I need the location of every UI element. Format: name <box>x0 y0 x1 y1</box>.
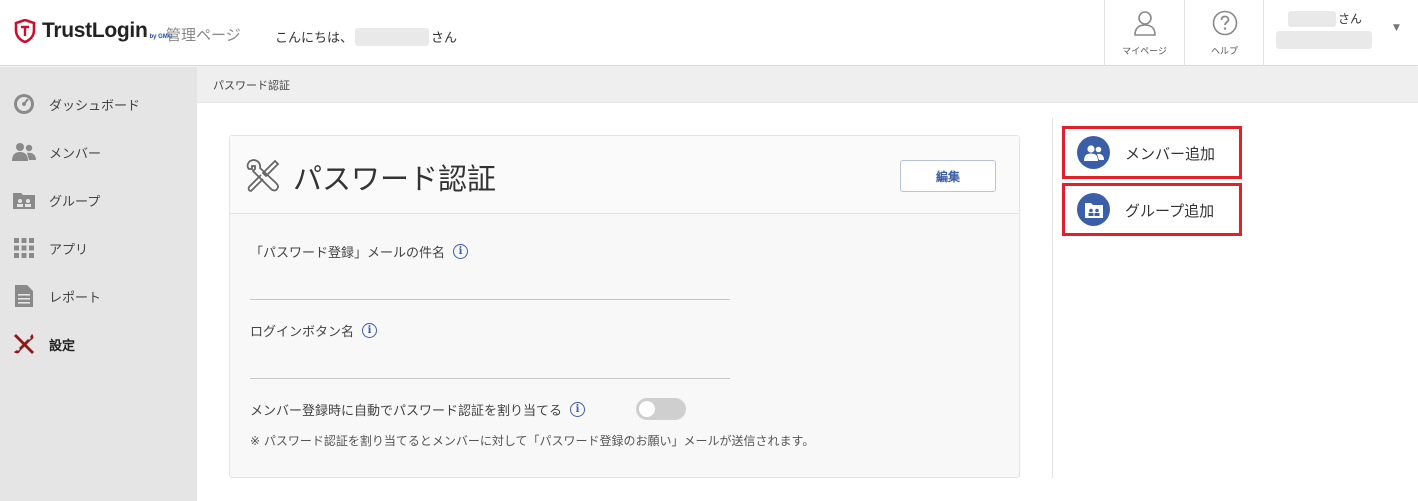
sidebar-item-reports[interactable]: レポート <box>0 272 197 320</box>
trustlogin-logo[interactable]: TrustLogin by GMO <box>14 16 173 46</box>
add-member-button[interactable]: メンバー追加 <box>1062 126 1242 179</box>
auto-assign-toggle[interactable] <box>636 398 686 420</box>
mypage-label: マイページ <box>1122 47 1167 57</box>
mail-subject-label-text: 「パスワード登録」メールの件名 <box>250 246 446 261</box>
admin-page-label: 管理ページ <box>166 26 241 44</box>
group-folder-icon <box>1077 193 1110 226</box>
sidebar-item-settings[interactable]: 設定 <box>0 320 197 368</box>
chevron-down-icon[interactable]: ▼ <box>1393 23 1400 33</box>
sidebar-item-dashboard[interactable]: ダッシュボード <box>0 80 197 128</box>
add-group-button[interactable]: グループ追加 <box>1062 183 1242 236</box>
help-button[interactable]: ヘルプ <box>1184 0 1264 66</box>
shield-logo-icon <box>14 19 36 43</box>
tools-icon <box>246 159 280 192</box>
mypage-button[interactable]: マイページ <box>1104 0 1184 66</box>
greeting-prefix: こんにちは、 <box>275 31 354 46</box>
greeting-suffix: さん <box>431 31 458 46</box>
breadcrumb-current: パスワード認証 <box>213 79 290 92</box>
password-auth-card: パスワード認証 編集 「パスワード登録」メールの件名 i ログインボタン名 i … <box>229 135 1020 478</box>
edit-button[interactable]: 編集 <box>900 160 996 192</box>
sidebar-item-label: グループ <box>49 195 101 210</box>
page-title: パスワード認証 <box>293 162 497 196</box>
help-icon <box>1212 10 1237 36</box>
user-icon <box>1133 11 1156 36</box>
sidebar-item-label: 設定 <box>49 339 76 354</box>
auto-assign-label: メンバー登録時に自動でパスワード認証を割り当てる i <box>250 400 586 419</box>
breadcrumb: パスワード認証 <box>197 67 1418 103</box>
toggle-knob <box>639 401 655 417</box>
mail-subject-field[interactable] <box>250 270 730 300</box>
assign-note: ※ パスワード認証を割り当てるとメンバーに対して「パスワード登録のお願い」メール… <box>250 434 815 448</box>
redacted-username <box>355 27 430 46</box>
help-label: ヘルプ <box>1210 47 1238 57</box>
dashboard-icon <box>12 92 36 116</box>
info-icon[interactable]: i <box>570 402 586 417</box>
logo-text: TrustLogin <box>42 19 148 42</box>
user-menu[interactable]: さん ▼ <box>1263 0 1418 66</box>
tools-icon <box>12 332 36 356</box>
group-folder-icon <box>12 188 36 212</box>
column-divider <box>1052 118 1053 478</box>
info-icon[interactable]: i <box>453 244 469 259</box>
login-button-name-label: ログインボタン名 i <box>250 321 378 340</box>
app-header: TrustLogin by GMO 管理ページ こんにちは、 さん マイページ … <box>0 0 1418 66</box>
user-suffix: さん <box>1338 12 1363 26</box>
user-name-row: さん <box>1288 10 1362 27</box>
sidebar-item-label: レポート <box>49 291 102 306</box>
sidebar-item-groups[interactable]: グループ <box>0 176 197 224</box>
apps-grid-icon <box>12 236 36 260</box>
sidebar-item-label: ダッシュボード <box>49 99 141 114</box>
report-icon <box>12 284 36 308</box>
sidebar-item-members[interactable]: メンバー <box>0 128 197 176</box>
sidebar-item-label: メンバー <box>49 147 102 162</box>
sidebar-item-apps[interactable]: アプリ <box>0 224 197 272</box>
sidebar-item-label: アプリ <box>49 243 89 258</box>
login-button-name-field[interactable] <box>250 349 730 379</box>
members-icon <box>12 140 36 164</box>
redacted-user-name <box>1288 10 1336 27</box>
info-icon[interactable]: i <box>362 323 378 338</box>
greeting: こんにちは、 さん <box>275 27 457 46</box>
card-header: パスワード認証 編集 <box>230 136 1019 214</box>
add-member-label: メンバー追加 <box>1125 145 1216 163</box>
mail-subject-label: 「パスワード登録」メールの件名 i <box>250 242 469 261</box>
login-button-name-label-text: ログインボタン名 <box>250 325 355 340</box>
auto-assign-label-text: メンバー登録時に自動でパスワード認証を割り当てる <box>250 404 563 419</box>
add-group-label: グループ追加 <box>1125 202 1215 220</box>
redacted-user-org <box>1276 31 1372 49</box>
sidebar: ダッシュボード メンバー グループ アプリ レポート 設定 <box>0 67 197 501</box>
members-icon <box>1077 136 1110 169</box>
